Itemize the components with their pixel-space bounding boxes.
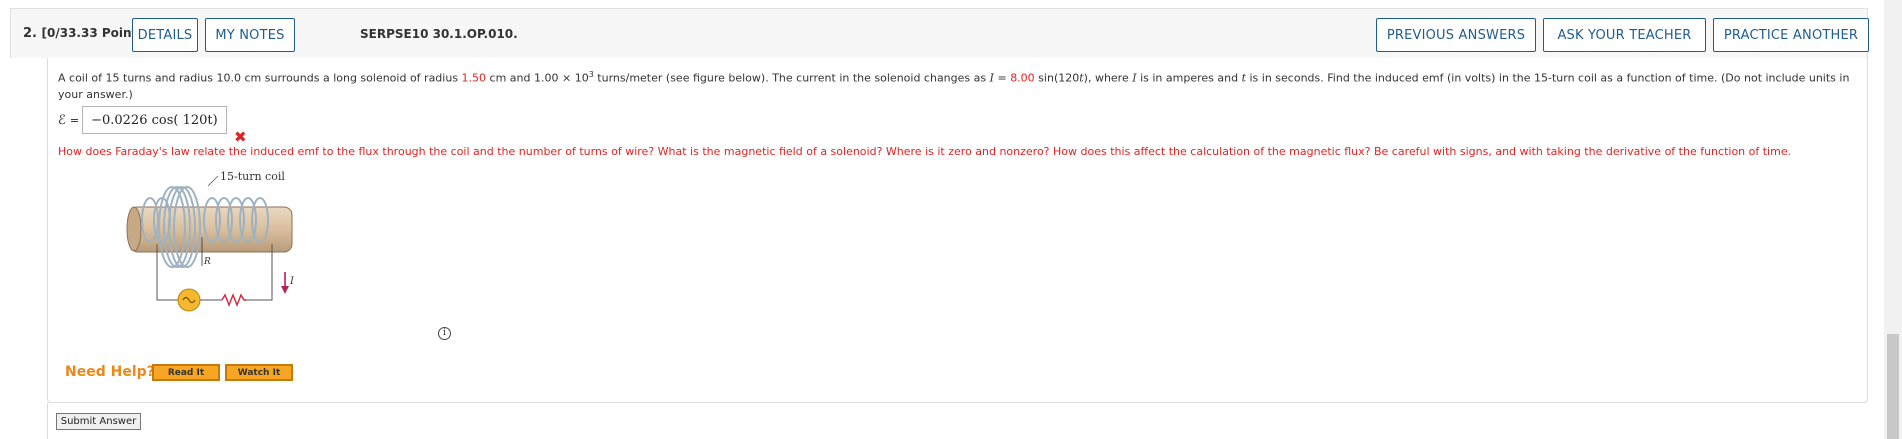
question-number: 2. [0/33.33 Points] xyxy=(23,26,150,41)
submit-answer-button[interactable]: Submit Answer xyxy=(56,413,141,430)
read-it-button[interactable]: Read It xyxy=(152,364,220,381)
need-help-label: Need Help? xyxy=(65,364,155,380)
current-label: I xyxy=(289,276,295,287)
hint-text: How does Faraday's law relate the induce… xyxy=(58,145,1792,158)
radius-label: R xyxy=(203,257,211,267)
practice-another-button[interactable]: PRACTICE ANOTHER xyxy=(1713,18,1869,52)
problem-code: SERPSE10 30.1.OP.010. xyxy=(360,27,518,41)
answer-row: ℰ = −0.0226 cos( 120t) xyxy=(58,106,227,134)
details-button[interactable]: DETAILS xyxy=(132,18,198,52)
ask-your-teacher-button[interactable]: ASK YOUR TEACHER xyxy=(1543,18,1706,52)
answer-input[interactable]: −0.0226 cos( 120t) xyxy=(82,106,227,134)
info-icon[interactable]: i xyxy=(438,327,451,340)
divider xyxy=(47,403,48,439)
solenoid-figure: 15-turn coil R I xyxy=(120,162,320,342)
scrollbar-thumb[interactable] xyxy=(1887,334,1899,439)
question-header: 2. [0/33.33 Points] DETAILS MY NOTES SER… xyxy=(10,8,1869,58)
equals-sign: = xyxy=(69,113,80,127)
watch-it-button[interactable]: Watch It xyxy=(225,364,293,381)
question-text: A coil of 15 turns and radius 10.0 cm su… xyxy=(58,70,1850,101)
my-notes-button[interactable]: MY NOTES xyxy=(205,18,295,52)
x-mark-icon: ✖ xyxy=(234,128,247,146)
solenoid-diagram: 15-turn coil R I xyxy=(126,170,295,312)
question-body xyxy=(47,58,1868,403)
previous-answers-button[interactable]: PREVIOUS ANSWERS xyxy=(1376,18,1536,52)
amplitude-value: 8.00 xyxy=(1010,71,1035,85)
coil-label: 15-turn coil xyxy=(220,170,285,183)
emf-symbol: ℰ xyxy=(58,112,66,128)
radius-value: 1.50 xyxy=(461,71,487,85)
